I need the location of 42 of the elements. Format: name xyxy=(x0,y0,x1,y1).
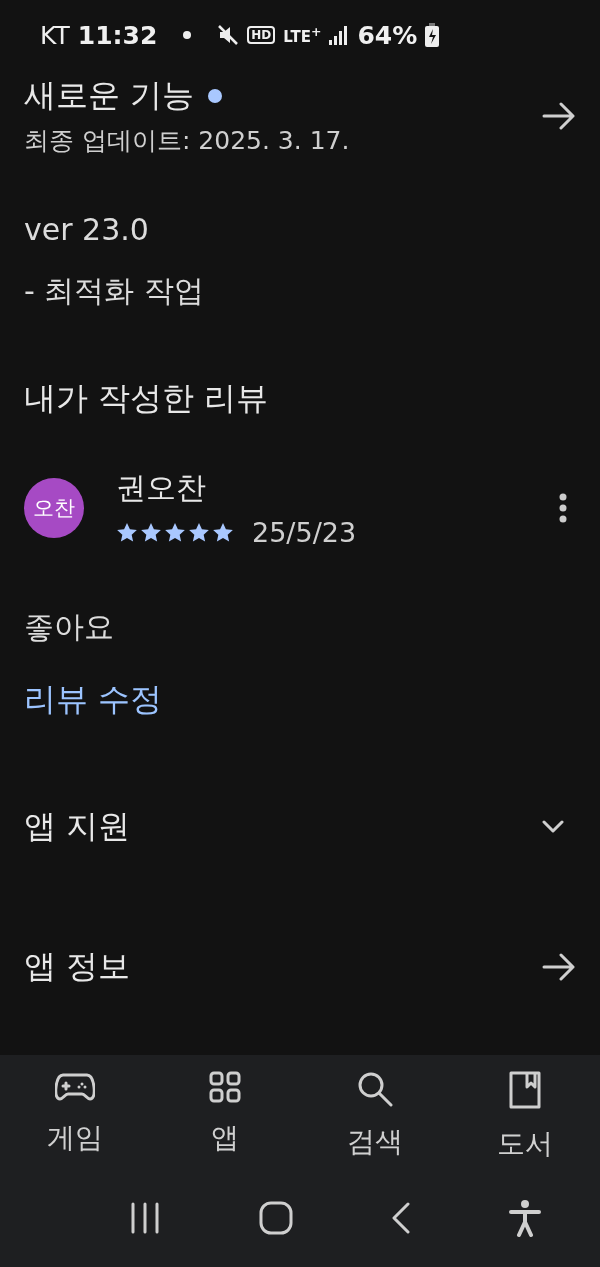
battery-charging-icon xyxy=(425,23,440,47)
nav-tab[interactable]: 앱 xyxy=(150,1065,300,1169)
star-icon xyxy=(188,522,210,543)
reviewer-name: 권오찬 xyxy=(116,469,207,507)
edit-review-link[interactable]: 리뷰 수정 xyxy=(24,678,576,722)
chevron-down-icon[interactable] xyxy=(542,820,564,834)
avatar: 오찬 xyxy=(24,478,84,538)
update-date: 최종 업데이트: 2025. 3. 17. xyxy=(24,125,350,157)
mute-icon xyxy=(217,24,240,46)
search-icon xyxy=(357,1071,393,1107)
section-title: 내가 작성한 리뷰 xyxy=(24,378,270,419)
more-options-icon[interactable] xyxy=(558,493,568,523)
star-icon xyxy=(116,522,138,543)
arrow-right-icon[interactable] xyxy=(542,953,576,981)
arrow-right-icon[interactable] xyxy=(542,101,576,130)
carrier: KT xyxy=(40,20,70,50)
home-icon[interactable] xyxy=(259,1201,293,1235)
star-icon xyxy=(140,522,162,543)
release-notes: - 최적화 작업 xyxy=(24,272,205,310)
star-icon xyxy=(212,522,234,543)
section-title: 새로운 기능 xyxy=(24,75,195,116)
recent-apps-icon[interactable] xyxy=(129,1202,161,1234)
review-date: 25/5/23 xyxy=(252,517,357,548)
back-icon[interactable] xyxy=(391,1202,411,1234)
notification-dot-icon xyxy=(183,31,192,39)
book-icon xyxy=(509,1071,541,1109)
gamepad-icon xyxy=(55,1071,95,1103)
section-title: 앱 정보 xyxy=(24,946,131,987)
battery-percent: 64% xyxy=(357,20,418,50)
signal-icon xyxy=(329,25,350,45)
review-text: 좋아요 xyxy=(24,608,115,646)
hd-badge: HD xyxy=(247,26,276,44)
grid-icon xyxy=(209,1071,241,1103)
star-icon xyxy=(164,522,186,543)
network-type: LTE$^{+}$ xyxy=(283,24,322,46)
section-title: 앱 지원 xyxy=(24,806,131,847)
nav-tab[interactable]: 검색 xyxy=(300,1065,450,1169)
clock: 11:32 xyxy=(77,20,158,50)
accessibility-icon[interactable] xyxy=(509,1199,541,1237)
nav-tab[interactable]: 게임 xyxy=(0,1065,150,1169)
version-text: ver 23.0 xyxy=(24,212,150,247)
nav-tab[interactable]: 도서 xyxy=(450,1065,600,1169)
